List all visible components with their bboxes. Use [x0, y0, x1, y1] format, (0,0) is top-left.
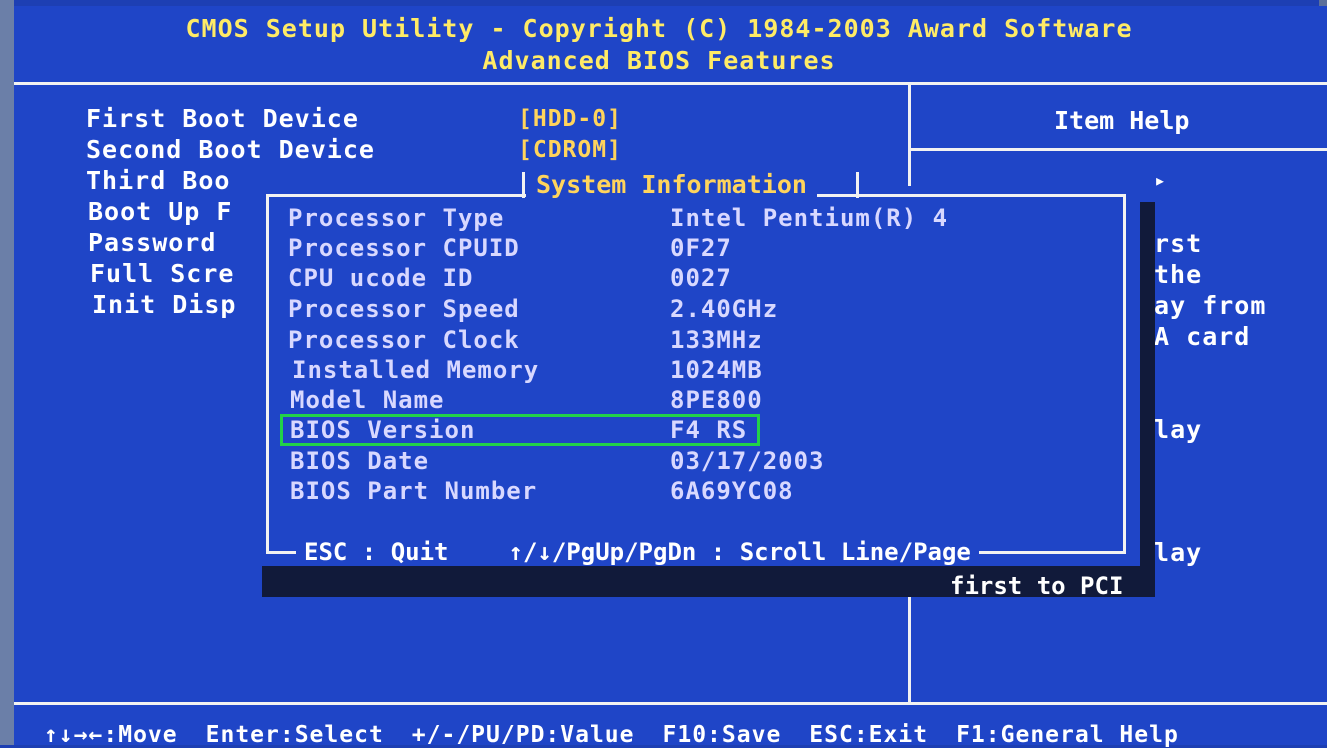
top-divider	[14, 82, 1327, 85]
info-label: Model Name	[290, 386, 445, 414]
info-value: Intel Pentium(R) 4	[670, 204, 949, 232]
scroll-hint: ↑/↓/PgUp/PgDn : Scroll Line/Page	[508, 538, 971, 566]
info-label: CPU ucode ID	[288, 264, 474, 292]
info-value: 2.40GHz	[670, 295, 779, 323]
dialog-footer: ESC : Quit ↑/↓/PgUp/PgDn : Scroll Line/Pa…	[296, 538, 979, 566]
info-label: Processor CPUID	[288, 234, 520, 262]
page-subtitle: Advanced BIOS Features	[482, 46, 836, 75]
menu-item-boot-up-floppy[interactable]: Boot Up F	[88, 197, 232, 226]
general-help-hint: F1:General Help	[956, 722, 1179, 748]
info-label: BIOS Date	[290, 447, 430, 475]
dialog-title: System Information	[526, 170, 817, 199]
info-label: Processor Clock	[288, 326, 520, 354]
info-label: Processor Type	[288, 204, 505, 232]
info-value: 133MHz	[670, 326, 763, 354]
help-arrow-icon: ▸	[1154, 168, 1168, 192]
info-value: 6A69YC08	[670, 477, 794, 505]
quit-hint[interactable]: ESC : Quit	[304, 538, 449, 566]
info-value: 0F27	[670, 234, 732, 262]
info-label: Installed Memory	[292, 356, 540, 384]
info-value: 1024MB	[670, 356, 763, 384]
info-label: Processor Speed	[288, 295, 520, 323]
first-boot-device-value[interactable]: [HDD-0]	[518, 106, 622, 132]
info-value: 0027	[670, 264, 732, 292]
bios-screen: CMOS Setup Utility - Copyright (C) 1984-…	[14, 6, 1327, 748]
info-label: BIOS Part Number	[290, 477, 538, 505]
help-title-divider	[910, 148, 1327, 151]
menu-item-full-screen[interactable]: Full Scre	[90, 259, 234, 288]
info-value: 03/17/2003	[670, 447, 825, 475]
move-hint: ↑↓→←:Move	[44, 722, 178, 748]
page-title: CMOS Setup Utility - Copyright (C) 1984-…	[185, 14, 1133, 43]
menu-item-third-boot-device[interactable]: Third Boo	[86, 166, 230, 195]
info-value: 8PE800	[670, 386, 763, 414]
help-text-fragment: first to PCI	[950, 572, 1124, 600]
exit-hint: ESC:Exit	[809, 722, 929, 748]
item-help-title: Item Help	[1054, 106, 1190, 135]
second-boot-device-value[interactable]: [CDROM]	[518, 137, 622, 163]
select-hint: Enter:Select	[205, 722, 384, 748]
menu-item-first-boot-device[interactable]: First Boot Device	[86, 104, 359, 133]
bios-version-highlight-box	[280, 414, 760, 446]
monitor-bezel-left	[0, 0, 14, 745]
title-bracket-right	[856, 172, 859, 198]
value-hint: +/-/PU/PD:Value	[411, 722, 635, 748]
menu-item-second-boot-device[interactable]: Second Boot Device	[86, 135, 375, 164]
menu-item-password[interactable]: Password	[88, 228, 216, 257]
system-information-dialog: System Information Processor Type Intel …	[256, 170, 1140, 566]
title-bracket-left	[522, 172, 525, 198]
help-text-fragment: the	[1154, 260, 1203, 289]
menu-item-init-display[interactable]: Init Disp	[92, 290, 236, 319]
save-hint: F10:Save	[662, 722, 782, 748]
key-hints-bar: ↑↓→←:Move Enter:Select +/-/PU/PD:Value F10:…	[44, 722, 1207, 748]
bottom-divider	[14, 702, 1327, 705]
help-text-fragment: lay from	[1138, 291, 1267, 320]
